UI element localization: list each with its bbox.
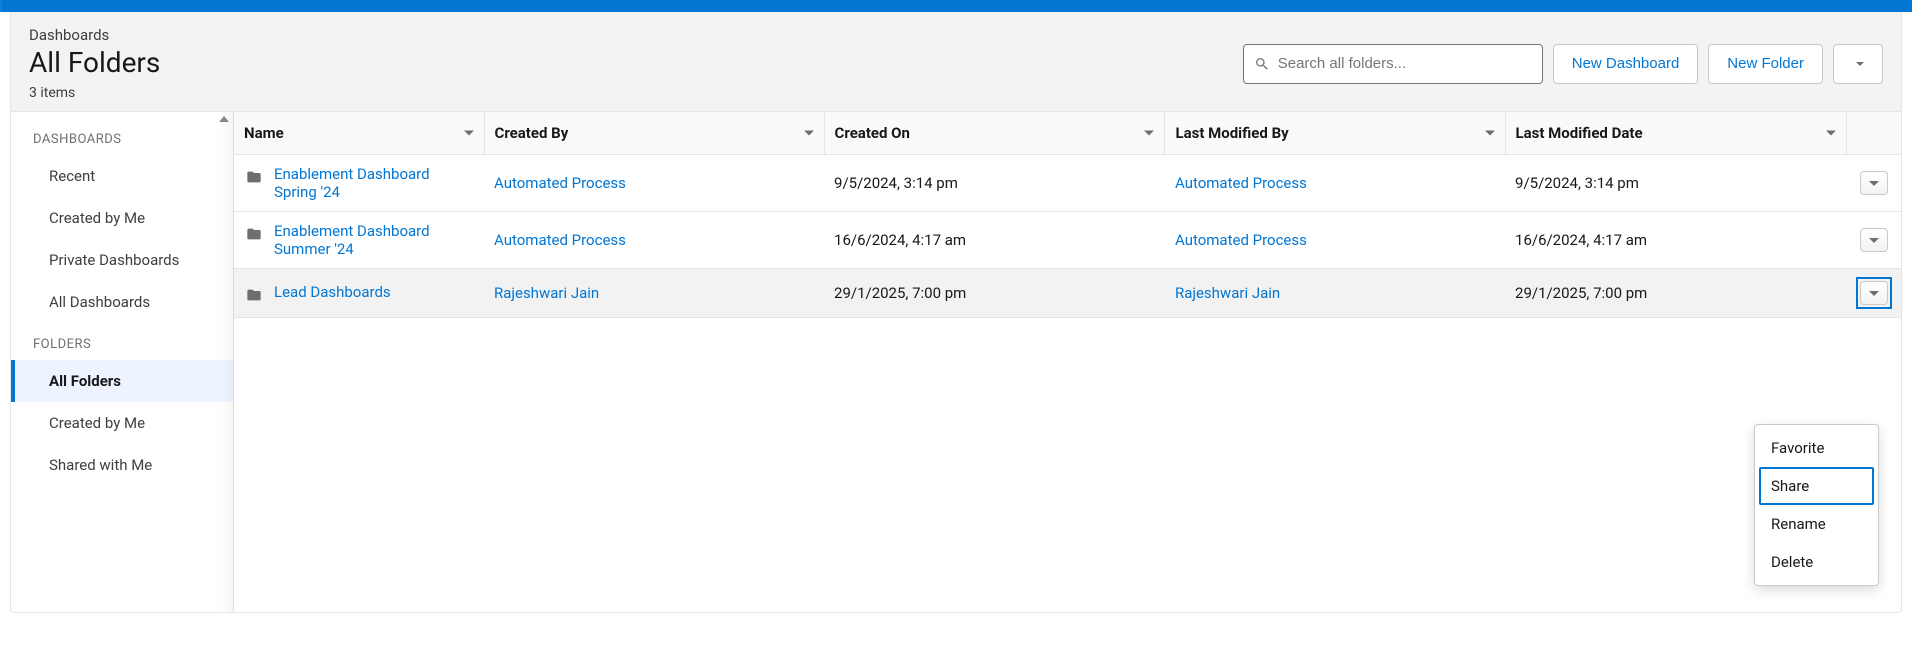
- sidebar-item-private-dashboards[interactable]: Private Dashboards: [11, 239, 233, 281]
- row-actions-button[interactable]: [1860, 281, 1888, 305]
- sidebar-item-all-dashboards[interactable]: All Dashboards: [11, 281, 233, 323]
- chevron-down-icon: [1144, 131, 1154, 136]
- last-modified-by-link[interactable]: Automated Process: [1175, 174, 1307, 192]
- sidebar-item-shared-with-me[interactable]: Shared with Me: [11, 444, 233, 486]
- column-header-last-modified-date[interactable]: Last Modified Date: [1505, 112, 1846, 155]
- chevron-down-icon: [1869, 291, 1879, 296]
- created-by-link[interactable]: Automated Process: [494, 174, 626, 192]
- row-actions-button[interactable]: [1860, 171, 1888, 195]
- last-modified-by-link[interactable]: Rajeshwari Jain: [1175, 284, 1280, 302]
- page-title: All Folders: [29, 46, 160, 79]
- chevron-down-icon: [1869, 238, 1879, 243]
- new-dashboard-button[interactable]: New Dashboard: [1553, 44, 1699, 84]
- sidebar-item-created-by-me[interactable]: Created by Me: [11, 197, 233, 239]
- folder-icon: [244, 226, 264, 242]
- item-count: 3 items: [29, 85, 160, 101]
- top-accent-bar: [0, 0, 1912, 12]
- table-row: Lead Dashboards Rajeshwari Jain 29/1/202…: [234, 269, 1901, 318]
- sidebar-item-recent[interactable]: Recent: [11, 155, 233, 197]
- folders-table: Name Created By Created On Last Modified…: [234, 112, 1901, 318]
- search-box[interactable]: [1243, 44, 1543, 84]
- sidebar-section-folders: FOLDERS: [11, 323, 233, 360]
- chevron-down-icon: [1856, 62, 1864, 66]
- search-icon: [1254, 56, 1270, 72]
- folder-link[interactable]: Lead Dashboards: [274, 283, 391, 301]
- created-on-value: 29/1/2025, 7:00 pm: [824, 269, 1165, 318]
- chevron-down-icon: [1869, 181, 1879, 186]
- chevron-down-icon: [464, 131, 474, 136]
- menu-item-rename[interactable]: Rename: [1759, 505, 1874, 543]
- row-actions-button[interactable]: [1860, 228, 1888, 252]
- body: DASHBOARDS Recent Created by Me Private …: [11, 112, 1901, 612]
- created-on-value: 9/5/2024, 3:14 pm: [824, 155, 1165, 212]
- header-left: Dashboards All Folders 3 items: [29, 26, 160, 101]
- folder-icon: [244, 287, 264, 303]
- main-container: Dashboards All Folders 3 items New Dashb…: [10, 12, 1902, 613]
- folder-link[interactable]: Enablement Dashboard Spring '24: [274, 165, 474, 201]
- chevron-down-icon: [804, 131, 814, 136]
- sidebar: DASHBOARDS Recent Created by Me Private …: [11, 112, 234, 612]
- created-by-link[interactable]: Automated Process: [494, 231, 626, 249]
- menu-item-share[interactable]: Share: [1759, 467, 1874, 505]
- column-header-last-modified-by[interactable]: Last Modified By: [1165, 112, 1505, 155]
- last-modified-date-value: 29/1/2025, 7:00 pm: [1505, 269, 1846, 318]
- row-actions-menu: Favorite Share Rename Delete: [1754, 424, 1879, 586]
- sidebar-item-folders-created-by-me[interactable]: Created by Me: [11, 402, 233, 444]
- sidebar-section-dashboards: DASHBOARDS: [11, 118, 233, 155]
- page-header: Dashboards All Folders 3 items New Dashb…: [11, 12, 1901, 112]
- last-modified-date-value: 16/6/2024, 4:17 am: [1505, 212, 1846, 269]
- folder-icon: [244, 169, 264, 185]
- breadcrumb: Dashboards: [29, 26, 160, 44]
- scroll-up-icon[interactable]: [219, 116, 229, 122]
- column-header-name[interactable]: Name: [234, 112, 484, 155]
- sidebar-item-all-folders[interactable]: All Folders: [11, 360, 233, 402]
- last-modified-by-link[interactable]: Automated Process: [1175, 231, 1307, 249]
- column-header-created-on[interactable]: Created On: [824, 112, 1165, 155]
- menu-item-favorite[interactable]: Favorite: [1759, 429, 1874, 467]
- created-on-value: 16/6/2024, 4:17 am: [824, 212, 1165, 269]
- folder-link[interactable]: Enablement Dashboard Summer '24: [274, 222, 474, 258]
- header-actions: New Dashboard New Folder: [1243, 44, 1883, 84]
- chevron-down-icon: [1485, 131, 1495, 136]
- created-by-link[interactable]: Rajeshwari Jain: [494, 284, 599, 302]
- settings-button[interactable]: [1833, 44, 1883, 84]
- new-folder-button[interactable]: New Folder: [1708, 44, 1823, 84]
- chevron-down-icon: [1826, 131, 1836, 136]
- column-header-actions: [1846, 112, 1901, 155]
- table-row: Enablement Dashboard Spring '24 Automate…: [234, 155, 1901, 212]
- menu-item-delete[interactable]: Delete: [1759, 543, 1874, 581]
- table-row: Enablement Dashboard Summer '24 Automate…: [234, 212, 1901, 269]
- last-modified-date-value: 9/5/2024, 3:14 pm: [1505, 155, 1846, 212]
- search-input[interactable]: [1278, 55, 1532, 72]
- main-content: Name Created By Created On Last Modified…: [234, 112, 1901, 612]
- column-header-created-by[interactable]: Created By: [484, 112, 824, 155]
